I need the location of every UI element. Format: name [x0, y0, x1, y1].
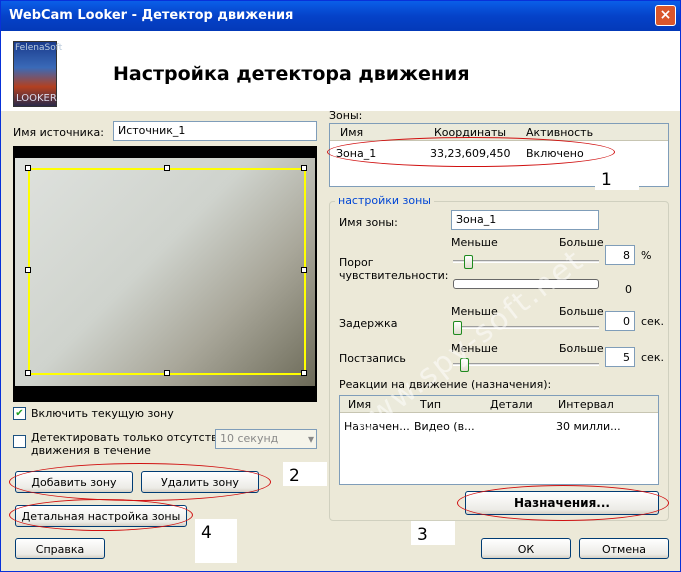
column-header-details[interactable]: Детали — [490, 398, 533, 411]
annotation-ellipse — [9, 463, 271, 501]
enable-zone-label: Включить текущую зону — [31, 407, 174, 420]
reaction-interval-cell: 30 милли... — [556, 420, 621, 433]
annotation-ellipse — [9, 499, 193, 531]
delay-value[interactable]: 0 — [605, 311, 635, 331]
more-label: Больше — [559, 342, 604, 355]
less-label: Меньше — [451, 236, 498, 249]
resize-handle[interactable] — [301, 165, 307, 171]
column-header-interval[interactable]: Интервал — [558, 398, 614, 411]
title-bar[interactable]: WebCam Looker - Детектор движения × — [1, 1, 680, 31]
post-record-slider-track[interactable] — [453, 363, 599, 366]
source-name-field[interactable]: Источник_1 — [113, 121, 317, 141]
post-record-label: Постзапись — [339, 352, 406, 365]
threshold-unit: % — [641, 249, 652, 262]
header: FelenaSoft LOOKER Настройка детектора дв… — [1, 31, 680, 111]
threshold-value[interactable]: 8 — [605, 245, 635, 265]
ok-button[interactable]: ОК — [481, 538, 571, 559]
delay-label: Задержка — [339, 317, 398, 330]
help-button[interactable]: Справка — [15, 538, 105, 559]
annotation-number-3: 3 — [411, 521, 455, 545]
detect-absence-label: Детектировать только отсутствие — [31, 431, 232, 444]
threshold-label: Порог — [339, 256, 374, 269]
detect-absence-label-2: движения в течение — [31, 444, 151, 457]
page-title: Настройка детектора движения — [113, 63, 470, 85]
post-record-unit: сек. — [641, 351, 664, 364]
zones-label: Зоны: — [329, 109, 363, 122]
logo-bottom-text: LOOKER — [16, 93, 57, 104]
reaction-type-cell: Видео (в... — [414, 420, 475, 433]
annotation-number-1: 1 — [595, 166, 639, 190]
duration-select[interactable]: 10 секунд ▾ — [215, 429, 317, 449]
close-button[interactable]: × — [655, 5, 676, 26]
resize-handle[interactable] — [301, 370, 307, 376]
duration-value: 10 секунд — [220, 432, 279, 445]
enable-zone-checkbox[interactable]: ✔ — [13, 407, 26, 420]
zone-rectangle[interactable] — [28, 168, 306, 375]
app-logo: FelenaSoft LOOKER — [13, 41, 62, 107]
window-title: WebCam Looker - Детектор движения — [9, 8, 294, 23]
resize-handle[interactable] — [164, 165, 170, 171]
column-header-activity[interactable]: Активность — [526, 126, 593, 139]
zone-name-input[interactable]: Зона_1 — [451, 210, 599, 230]
annotation-number-4: 4 — [195, 519, 237, 563]
post-record-value[interactable]: 5 — [605, 347, 635, 367]
resize-handle[interactable] — [301, 267, 307, 273]
video-preview[interactable] — [13, 146, 317, 402]
detect-absence-checkbox[interactable] — [13, 435, 26, 448]
logo-top-text: FelenaSoft — [15, 43, 63, 53]
resize-handle[interactable] — [25, 267, 31, 273]
resize-handle[interactable] — [25, 165, 31, 171]
motion-detector-window: WebCam Looker - Детектор движения × Fele… — [0, 0, 681, 572]
threshold-label-2: чувствительности: — [339, 269, 449, 282]
source-label: Имя источника: — [13, 126, 104, 139]
resize-handle[interactable] — [164, 370, 170, 376]
resize-handle[interactable] — [25, 370, 31, 376]
annotation-ellipse — [327, 137, 615, 167]
column-header-name[interactable]: Имя — [340, 126, 363, 139]
threshold-slider-thumb[interactable] — [463, 255, 473, 269]
progress-value: 0 — [625, 283, 632, 296]
annotation-number-2: 2 — [283, 462, 327, 486]
annotation-ellipse — [457, 485, 669, 521]
more-label: Больше — [559, 305, 604, 318]
delay-unit: сек. — [641, 315, 664, 328]
cancel-button[interactable]: Отмена — [579, 538, 669, 559]
zone-settings-title: настройки зоны — [335, 194, 434, 207]
zone-name-label: Имя зоны: — [339, 216, 398, 229]
chevron-down-icon: ▾ — [307, 432, 314, 446]
